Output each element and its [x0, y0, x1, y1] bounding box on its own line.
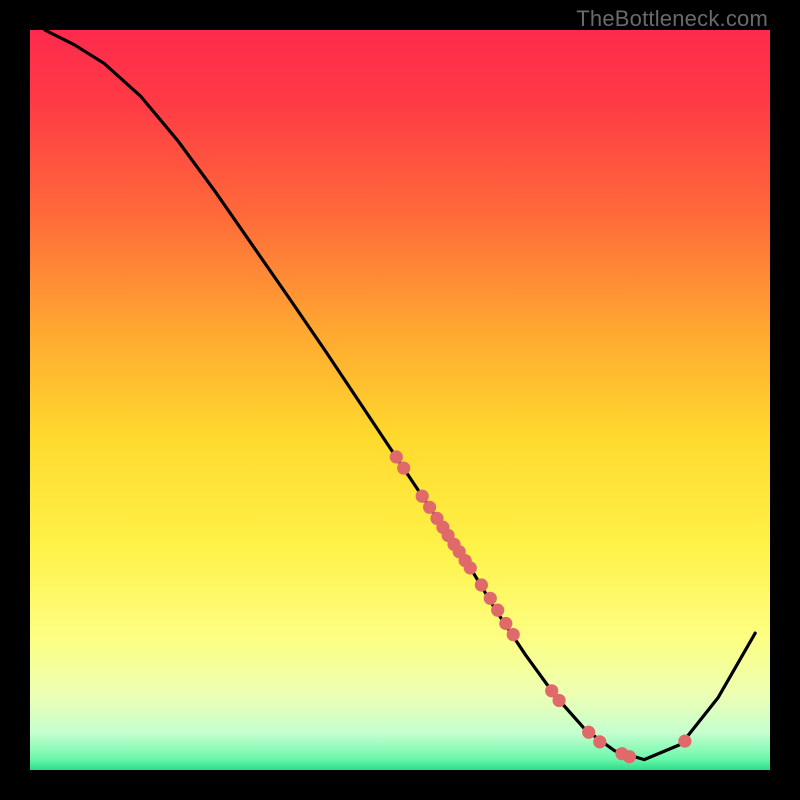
highlight-point [491, 604, 504, 617]
highlight-point [678, 735, 691, 748]
watermark-text: TheBottleneck.com [576, 6, 768, 32]
gradient-background [30, 30, 770, 770]
highlight-point [499, 617, 512, 630]
highlight-point [464, 561, 477, 574]
bottleneck-chart [30, 30, 770, 770]
highlight-point [507, 628, 520, 641]
highlight-point [582, 726, 595, 739]
highlight-point [593, 735, 606, 748]
highlight-point [397, 461, 410, 474]
highlight-point [623, 750, 636, 763]
highlight-point [475, 578, 488, 591]
highlight-point [390, 450, 403, 463]
highlight-point [553, 694, 566, 707]
highlight-point [416, 490, 429, 503]
highlight-point [484, 592, 497, 605]
chart-frame [30, 30, 770, 770]
highlight-point [423, 501, 436, 514]
